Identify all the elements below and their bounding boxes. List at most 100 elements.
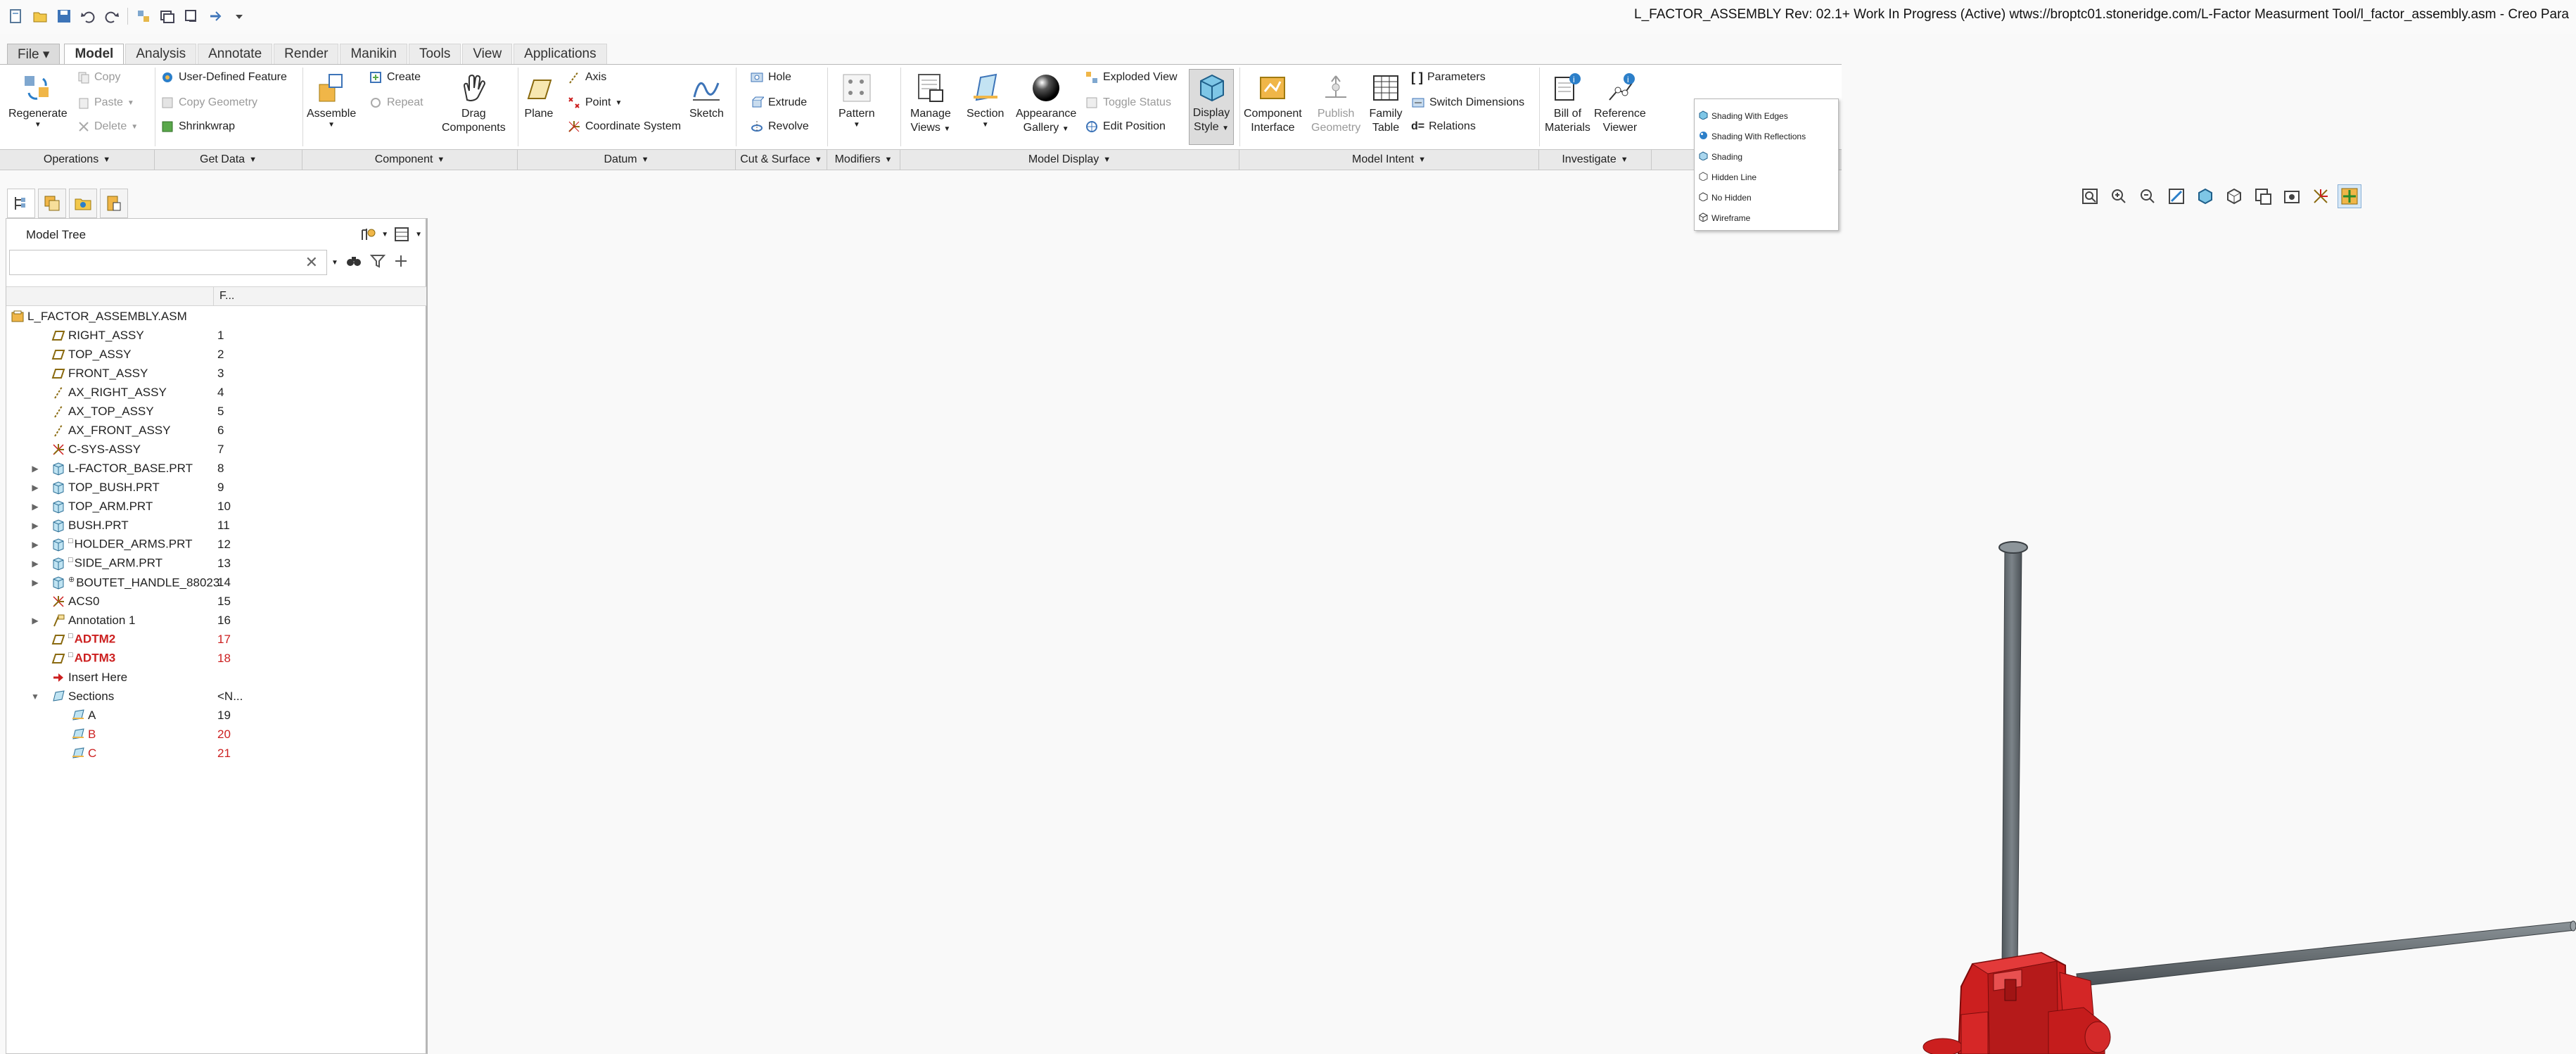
expand-arrow-icon[interactable]: ▶ xyxy=(30,540,40,550)
group-model-display[interactable]: Model Display ▼ xyxy=(900,150,1239,170)
tree-row[interactable]: A 19 xyxy=(6,706,426,725)
tree-row[interactable]: ▶ BUSH.PRT 11 xyxy=(6,516,426,535)
delete-button[interactable]: Delete ▼ xyxy=(77,117,138,136)
find-icon[interactable] xyxy=(345,253,362,273)
tree-row[interactable]: Insert Here xyxy=(6,668,426,687)
pattern-button[interactable]: Pattern ▼ xyxy=(839,70,875,129)
layers-tab[interactable] xyxy=(38,189,66,218)
tree-row[interactable]: AX_RIGHT_ASSY 4 xyxy=(6,383,426,402)
tab-analysis[interactable]: Analysis xyxy=(125,44,197,65)
paste-button[interactable]: Paste ▼ xyxy=(77,93,134,113)
tree-row[interactable]: □ ADTM3 18 xyxy=(6,649,426,668)
more-icon[interactable] xyxy=(229,6,250,27)
tree-row[interactable]: ACS0 15 xyxy=(6,592,426,611)
tree-columns-icon[interactable] xyxy=(391,224,412,244)
tree-row[interactable]: L_FACTOR_ASSEMBLY.ASM xyxy=(6,307,426,326)
graphics-viewport[interactable] xyxy=(431,170,2576,1054)
relations-button[interactable]: d= Relations xyxy=(1411,117,1476,136)
folder-browser-tab[interactable] xyxy=(69,189,97,218)
tree-row[interactable]: ▶ TOP_BUSH.PRT 9 xyxy=(6,478,426,497)
tree-row[interactable]: C-SYS-ASSY 7 xyxy=(6,440,426,459)
favorites-tab[interactable] xyxy=(100,189,128,218)
hole-button[interactable]: Hole xyxy=(750,68,791,87)
family-table-button[interactable]: Family Table xyxy=(1369,70,1403,135)
group-model-intent[interactable]: Model Intent ▼ xyxy=(1239,150,1539,170)
redo-icon[interactable] xyxy=(101,6,122,27)
tree-row[interactable]: C 21 xyxy=(6,744,426,763)
clear-search-icon[interactable]: ✕ xyxy=(305,253,318,272)
add-icon[interactable] xyxy=(393,253,409,272)
group-operations[interactable]: Operations ▼ xyxy=(0,150,155,170)
tab-model[interactable]: Model xyxy=(64,44,125,65)
tree-row[interactable]: AX_FRONT_ASSY 6 xyxy=(6,421,426,440)
group-investigate[interactable]: Investigate ▼ xyxy=(1539,150,1652,170)
bill-of-materials-button[interactable]: i Bill of Materials xyxy=(1545,70,1590,135)
tree-row[interactable]: ▶ TOP_ARM.PRT 10 xyxy=(6,497,426,516)
expand-arrow-icon[interactable]: ▶ xyxy=(30,578,40,588)
manage-views-button[interactable]: Manage Views ▼ xyxy=(910,70,951,135)
tree-row[interactable]: ▶ Annotation 1 16 xyxy=(6,611,426,630)
close-icon[interactable] xyxy=(181,6,202,27)
tree-row[interactable]: ▶ □ HOLDER_ARMS.PRT 12 xyxy=(6,535,426,554)
expand-arrow-icon[interactable]: ▶ xyxy=(30,559,40,569)
tree-row[interactable]: RIGHT_ASSY 1 xyxy=(6,326,426,345)
group-cut-surface[interactable]: Cut & Surface ▼ xyxy=(736,150,827,170)
tab-tools[interactable]: Tools xyxy=(408,44,461,65)
tree-row[interactable]: ▶ □ SIDE_ARM.PRT 13 xyxy=(6,554,426,573)
copy-button[interactable]: Copy xyxy=(77,68,120,87)
windows-icon[interactable] xyxy=(157,6,178,27)
menu-item-shading[interactable]: Shading xyxy=(1695,146,1838,167)
group-component[interactable]: Component ▼ xyxy=(302,150,518,170)
tree-row[interactable]: □ ADTM2 17 xyxy=(6,630,426,649)
tab-annotate[interactable]: Annotate xyxy=(198,44,273,65)
drag-components-button[interactable]: Drag Components xyxy=(442,70,506,135)
edit-position-button[interactable]: Edit Position xyxy=(1085,117,1166,136)
save-icon[interactable] xyxy=(53,6,75,27)
user-defined-feature-button[interactable]: User-Defined Feature xyxy=(160,68,287,87)
collapse-arrow-icon[interactable]: ▼ xyxy=(30,692,40,701)
tree-row[interactable]: TOP_ASSY 2 xyxy=(6,345,426,364)
undo-icon[interactable] xyxy=(77,6,98,27)
regenerate-button[interactable]: Regenerate ▼ xyxy=(8,70,68,129)
exploded-view-button[interactable]: Exploded View xyxy=(1085,68,1178,87)
tree-row[interactable]: ▼ Sections <N... xyxy=(6,687,426,706)
expand-arrow-icon[interactable]: ▶ xyxy=(30,464,40,474)
axis-button[interactable]: Axis xyxy=(567,68,606,87)
expand-arrow-icon[interactable]: ▶ xyxy=(30,502,40,512)
l-factor-base[interactable] xyxy=(1923,951,2111,1054)
search-options-arrow[interactable]: ▼ xyxy=(331,259,338,267)
expand-arrow-icon[interactable]: ▶ xyxy=(30,483,40,493)
shrinkwrap-button[interactable]: Shrinkwrap xyxy=(160,117,235,136)
revolve-button[interactable]: Revolve xyxy=(750,117,809,136)
reference-viewer-button[interactable]: i Reference Viewer xyxy=(1594,70,1646,135)
filter-icon[interactable] xyxy=(369,253,386,273)
tree-settings-icon[interactable] xyxy=(357,224,378,244)
custom-icon[interactable] xyxy=(205,6,226,27)
tab-render[interactable]: Render xyxy=(274,44,339,65)
regenerate-icon[interactable] xyxy=(133,6,154,27)
appearance-gallery-button[interactable]: Appearance Gallery ▼ xyxy=(1016,70,1076,135)
switch-dimensions-button[interactable]: Switch Dimensions xyxy=(1411,93,1524,113)
group-datum[interactable]: Datum ▼ xyxy=(518,150,736,170)
sketch-button[interactable]: Sketch xyxy=(689,70,724,121)
side-arm-rod[interactable] xyxy=(2076,920,2576,987)
expand-arrow-icon[interactable]: ▶ xyxy=(30,616,40,626)
vertical-rod[interactable] xyxy=(1998,541,2028,973)
tab-view[interactable]: View xyxy=(462,44,513,65)
section-button[interactable]: Section ▼ xyxy=(967,70,1004,129)
tree-row[interactable]: B 20 xyxy=(6,725,426,744)
group-get-data[interactable]: Get Data ▼ xyxy=(155,150,302,170)
toggle-status-button[interactable]: Toggle Status xyxy=(1085,93,1171,113)
parameters-button[interactable]: [ ] Parameters xyxy=(1411,68,1486,87)
coordinate-system-button[interactable]: Coordinate System xyxy=(567,117,681,136)
tree-row[interactable]: AX_TOP_ASSY 5 xyxy=(6,402,426,421)
plane-button[interactable]: Plane xyxy=(522,70,556,121)
repeat-button[interactable]: Repeat xyxy=(369,93,423,113)
display-style-button[interactable]: Display Style ▼ xyxy=(1189,69,1234,145)
extrude-button[interactable]: Extrude xyxy=(750,93,807,113)
feature-number-column[interactable]: F... xyxy=(213,287,234,305)
copy-geometry-button[interactable]: Copy Geometry xyxy=(160,93,257,113)
group-modifiers[interactable]: Modifiers ▼ xyxy=(827,150,900,170)
tree-row[interactable]: ▶ ⊕ BOUTET_HANDLE_88023 14 xyxy=(6,573,426,592)
menu-item-shading-with-edges[interactable]: Shading With Edges xyxy=(1695,106,1838,126)
